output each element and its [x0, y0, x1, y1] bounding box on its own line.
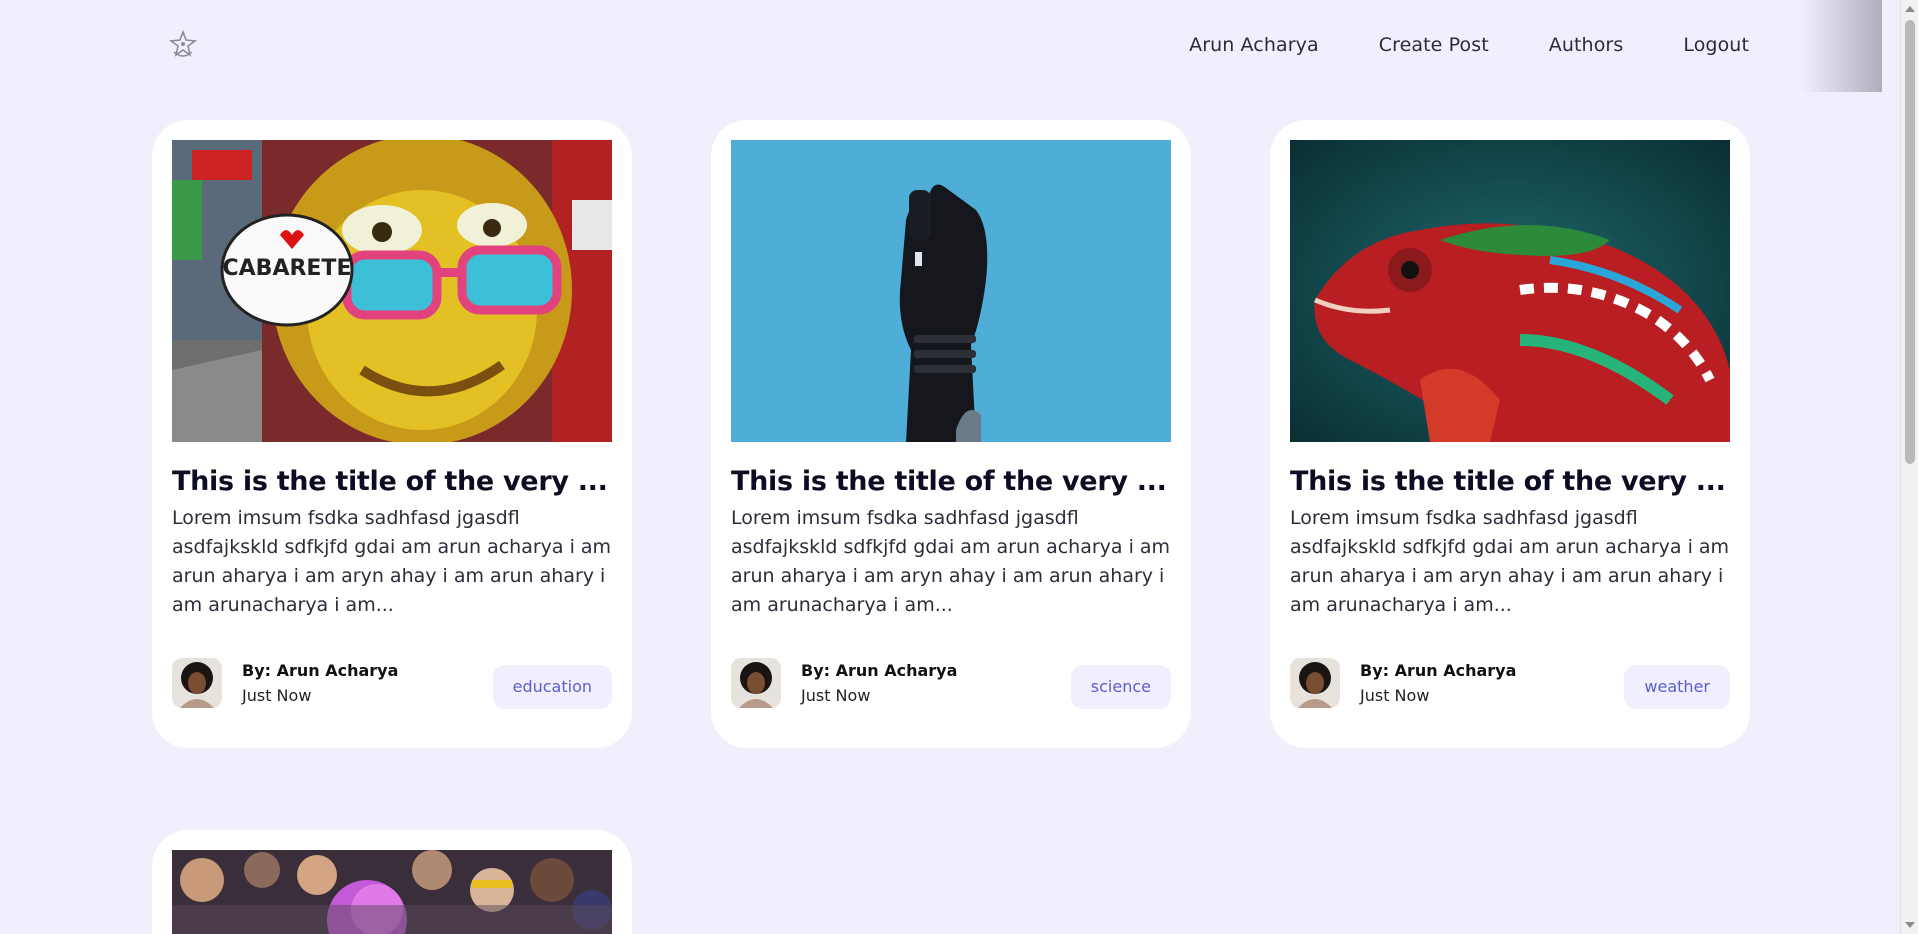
graffiti-monkey-image: CABARETE: [172, 140, 612, 442]
nav-profile-link[interactable]: Arun Acharya: [1189, 34, 1319, 56]
post-author[interactable]: By: Arun Acharya Just Now: [731, 658, 957, 708]
scrollbar-thumb[interactable]: [1905, 20, 1915, 464]
avatar[interactable]: [731, 658, 781, 708]
nav-authors-link[interactable]: Authors: [1549, 34, 1624, 56]
nav-create-post-link[interactable]: Create Post: [1379, 34, 1489, 56]
robot-hand-image: [731, 140, 1171, 442]
category-tag[interactable]: weather: [1624, 665, 1730, 709]
post-time: Just Now: [242, 686, 312, 705]
post-excerpt: Lorem imsum fsdka sadhfasd jgasdfl asdfa…: [731, 507, 1171, 616]
author-name: By: Arun Acharya: [801, 661, 958, 680]
post-title[interactable]: This is the title of the very ...: [1290, 466, 1730, 497]
author-name: By: Arun Acharya: [1360, 661, 1517, 680]
post-title[interactable]: This is the title of the very ...: [731, 466, 1171, 497]
post-thumbnail[interactable]: [1290, 140, 1730, 442]
avatar[interactable]: [1290, 658, 1340, 708]
post-card[interactable]: CABARETE This is the title of the very .…: [152, 120, 632, 748]
chameleon-image: [1290, 140, 1730, 442]
category-tag[interactable]: education: [492, 665, 612, 709]
post-author[interactable]: By: Arun Acharya Just Now: [172, 658, 398, 708]
nav-logout-link[interactable]: Logout: [1683, 34, 1749, 56]
post-excerpt: Lorem imsum fsdka sadhfasd jgasdfl asdfa…: [172, 507, 612, 616]
post-author[interactable]: By: Arun Acharya Just Now: [1290, 658, 1516, 708]
header: Arun Acharya Create Post Authors Logout: [0, 0, 1900, 92]
author-name: By: Arun Acharya: [242, 661, 399, 680]
post-card[interactable]: This is the title of the very ... Lorem …: [1270, 120, 1750, 748]
logo-icon[interactable]: [166, 29, 200, 60]
post-excerpt: Lorem imsum fsdka sadhfasd jgasdfl asdfa…: [1290, 507, 1730, 616]
crowd-party-image: [172, 850, 612, 934]
corner-shade: [1802, 0, 1882, 92]
post-time: Just Now: [801, 686, 871, 705]
post-time: Just Now: [1360, 686, 1430, 705]
avatar[interactable]: [172, 658, 222, 708]
post-card[interactable]: [152, 830, 632, 934]
category-tag[interactable]: science: [1070, 665, 1171, 709]
post-thumbnail[interactable]: CABARETE: [172, 140, 612, 442]
scroll-down-icon[interactable]: [1905, 922, 1915, 928]
svg-text:CABARETE: CABARETE: [223, 256, 352, 281]
post-thumbnail[interactable]: [731, 140, 1171, 442]
main-nav: Arun Acharya Create Post Authors Logout: [1189, 34, 1749, 56]
post-card[interactable]: This is the title of the very ... Lorem …: [711, 120, 1191, 748]
scrollbar[interactable]: [1900, 0, 1918, 934]
post-title[interactable]: This is the title of the very ...: [172, 466, 612, 497]
post-thumbnail[interactable]: [172, 850, 612, 934]
scroll-up-icon[interactable]: [1905, 6, 1915, 12]
